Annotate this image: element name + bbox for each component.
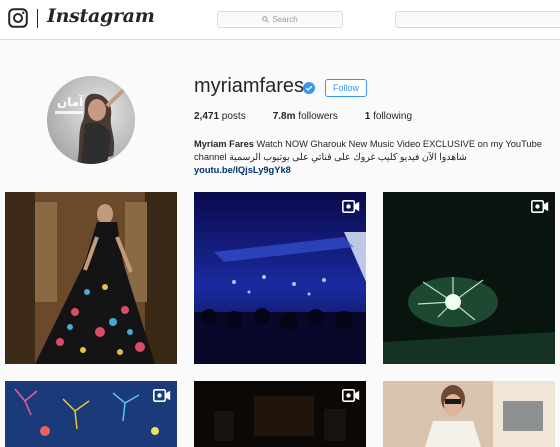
video-camera-icon — [342, 389, 360, 402]
post-image — [383, 381, 555, 447]
post-tile[interactable] — [383, 381, 555, 447]
video-camera-icon — [153, 389, 171, 402]
post-tile[interactable] — [194, 192, 366, 364]
post-image — [383, 192, 555, 364]
post-tile[interactable] — [194, 381, 366, 447]
post-image — [5, 381, 177, 447]
post-tile[interactable] — [383, 192, 555, 364]
posts-grid — [0, 0, 560, 447]
post-image — [5, 192, 177, 364]
post-image — [194, 192, 366, 364]
video-camera-icon — [342, 200, 360, 213]
video-camera-icon — [531, 200, 549, 213]
post-image — [194, 381, 366, 447]
post-tile[interactable] — [5, 381, 177, 447]
post-tile[interactable] — [5, 192, 177, 364]
